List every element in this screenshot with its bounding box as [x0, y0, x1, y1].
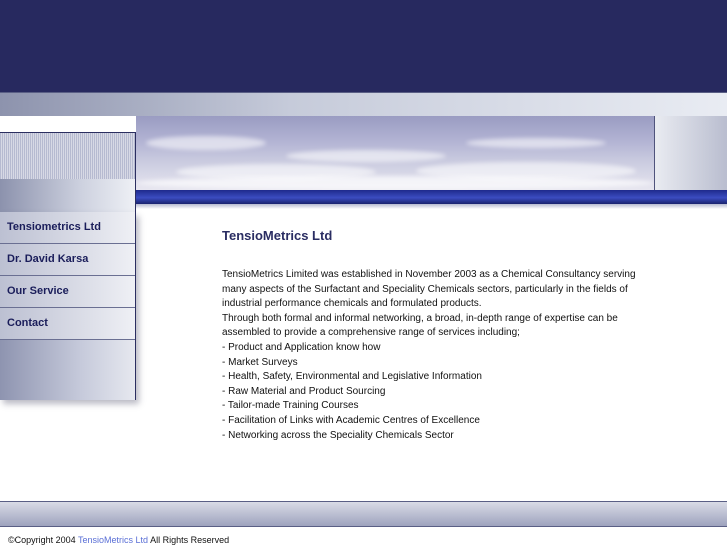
nav-item-our-service[interactable]: Our Service — [0, 276, 135, 308]
list-item: - Tailor-made Training Courses — [222, 400, 359, 412]
footer-band — [0, 501, 727, 527]
nav-item-david-karsa[interactable]: Dr. David Karsa — [0, 244, 135, 276]
services-list: - Product and Application know how - Mar… — [222, 341, 642, 443]
header-banner — [0, 0, 727, 92]
list-item: - Product and Application know how — [222, 341, 381, 353]
intro-paragraph: TensioMetrics Limited was established in… — [222, 269, 636, 310]
nav-item-tensiometrics[interactable]: Tensiometrics Ltd — [0, 212, 135, 244]
page-title: TensioMetrics Ltd — [222, 228, 333, 243]
copyright-text: ©Copyright 2004 — [8, 535, 76, 545]
nav-top-decoration — [0, 132, 136, 179]
sidebar-nav: Tensiometrics Ltd Dr. David Karsa Our Se… — [0, 212, 136, 400]
header-gradient-band — [0, 92, 727, 116]
list-item: - Raw Material and Product Sourcing — [222, 385, 386, 397]
header-blue-stripe — [136, 190, 727, 204]
nav-item-contact[interactable]: Contact — [0, 308, 135, 340]
main-content: TensioMetrics Limited was established in… — [222, 268, 642, 443]
rights-text: All Rights Reserved — [150, 535, 230, 545]
footer-company-link[interactable]: TensioMetrics Ltd — [78, 535, 148, 545]
nav-filler — [0, 340, 135, 400]
nav-header-block — [0, 179, 136, 212]
stripe-shadow — [136, 204, 727, 209]
list-item: - Health, Safety, Environmental and Legi… — [222, 371, 482, 383]
list-item: - Networking across the Speciality Chemi… — [222, 429, 454, 441]
services-intro-paragraph: Through both formal and informal network… — [222, 312, 618, 339]
header-side-panel — [654, 116, 727, 190]
sky-clouds-image — [136, 116, 654, 190]
list-item: - Market Surveys — [222, 356, 298, 368]
list-item: - Facilitation of Links with Academic Ce… — [222, 414, 480, 426]
footer: ©Copyright 2004 TensioMetrics Ltd All Ri… — [8, 535, 229, 545]
